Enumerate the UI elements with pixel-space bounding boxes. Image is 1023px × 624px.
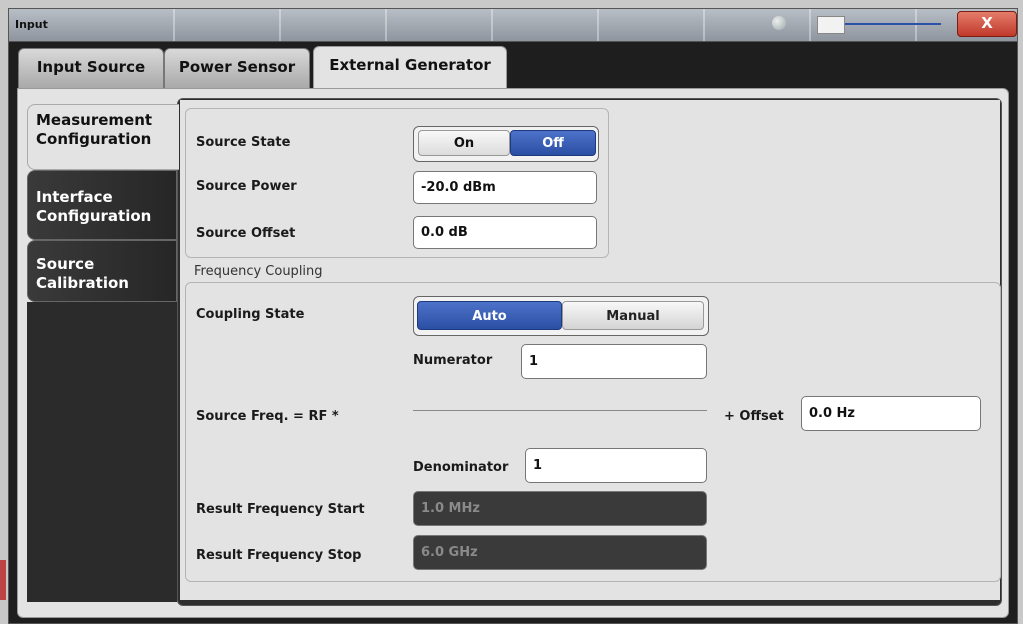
source-on-button[interactable]: On [418,130,510,156]
background-edge [0,560,6,600]
tab-input-source[interactable]: Input Source [18,48,164,88]
close-button[interactable]: X [957,11,1017,37]
source-power-field[interactable]: -20.0 dBm [413,171,597,204]
title-bar-grid [69,9,1017,41]
globe-icon [772,16,786,30]
source-offset-field[interactable]: 0.0 dB [413,216,597,249]
result-frequency-stop-field: 6.0 GHz [413,535,707,570]
source-freq-formula-label: Source Freq. = RF * [196,409,339,424]
tab-power-sensor[interactable]: Power Sensor [164,48,310,88]
coupling-manual-button[interactable]: Manual [562,301,704,330]
numerator-label: Numerator [413,353,493,368]
result-frequency-start-field: 1.0 MHz [413,491,707,526]
side-tab-strip [27,302,177,602]
sidetab-interface-configuration[interactable]: Interface Configuration [27,170,177,240]
title-bar[interactable]: Input X [9,9,1017,42]
numerator-field[interactable]: 1 [521,344,707,379]
sidetab-source-calibration[interactable]: Source Calibration [27,240,177,302]
offset-label: + Offset [724,409,784,424]
transparency-slider-knob[interactable] [817,16,845,34]
coupling-state-label: Coupling State [196,307,305,322]
sidetab-measurement-configuration[interactable]: Measurement Configuration [27,104,179,170]
transparency-slider-track[interactable] [845,23,941,25]
source-state-label: Source State [196,135,291,150]
coupling-state-toggle: Auto Manual [413,296,709,336]
source-power-label: Source Power [196,179,297,194]
source-state-toggle: On Off [413,126,599,162]
frequency-coupling-title: Frequency Coupling [194,264,323,279]
frequency-offset-field[interactable]: 0.0 Hz [801,396,981,431]
source-off-button[interactable]: Off [510,130,596,156]
result-frequency-start-label: Result Frequency Start [196,502,365,517]
result-frequency-stop-label: Result Frequency Stop [196,548,362,563]
denominator-field[interactable]: 1 [525,448,707,483]
denominator-label: Denominator [413,460,509,475]
coupling-auto-button[interactable]: Auto [417,301,562,330]
source-offset-label: Source Offset [196,226,296,241]
tab-external-generator[interactable]: External Generator [313,46,507,88]
window-title: Input [15,18,48,31]
fraction-line [413,410,707,411]
